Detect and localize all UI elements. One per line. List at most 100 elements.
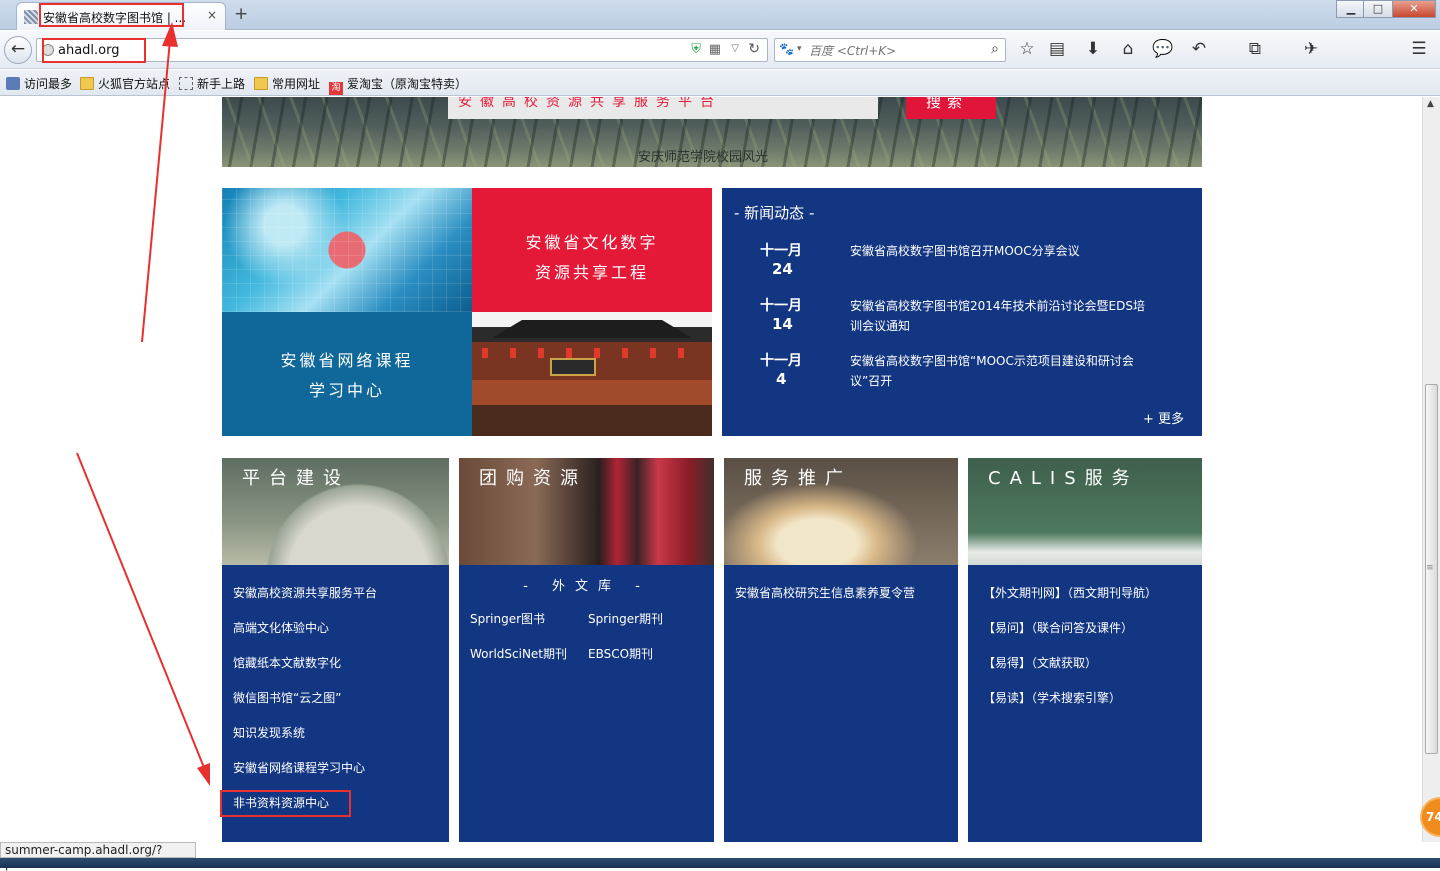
service-links: 安徽省高校研究生信息素养夏令营 xyxy=(735,585,915,620)
chemistry-image-tile[interactable] xyxy=(222,188,472,312)
page-viewport: 安徽高校资源共享服务平台 搜索 安庆师范学院校园风光 安徽省文化数字 资源共享工… xyxy=(0,97,1422,842)
springer-books-link[interactable]: Springer图书 xyxy=(470,610,588,645)
platform-link[interactable]: 馆藏纸本文献数字化 xyxy=(233,655,377,690)
tile-label-line: 安徽省文化数字 xyxy=(525,233,659,252)
culture-resource-tile[interactable]: 安徽省文化数字 资源共享工程 xyxy=(472,188,712,312)
taobao-icon: 淘 xyxy=(329,82,343,95)
service-header: 服务推广 xyxy=(724,458,958,565)
reading-list-icon[interactable]: ▤ xyxy=(1046,39,1068,59)
bookmarks-bar: 访问最多 火狐官方站点 新手上路 常用网址 淘爱淘宝（原淘宝特卖） xyxy=(0,70,1440,96)
platform-link[interactable]: 微信图书馆“云之图” xyxy=(233,690,377,725)
ebsco-link[interactable]: EBSCO期刊 xyxy=(588,645,706,680)
news-item[interactable]: 十一月 14 安徽省高校数字图书馆2014年技术前沿讨论会暨EDS培训会议通知 xyxy=(722,295,1202,343)
online-course-tile[interactable]: 安徽省网络课程 学习中心 xyxy=(222,312,472,436)
search-button-label: 搜索 xyxy=(926,97,969,111)
news-day: 24 xyxy=(772,260,793,278)
bookmark-label: 爱淘宝（原淘宝特卖） xyxy=(347,77,468,91)
bookmark-firefox-site[interactable]: 火狐官方站点 xyxy=(80,75,170,92)
url-dropdown-icon[interactable]: ▽ xyxy=(731,43,739,54)
calis-link[interactable]: 【易得】（文献获取） xyxy=(983,655,1157,690)
vertical-scrollbar[interactable]: ▲ ≡ xyxy=(1422,97,1440,842)
bookmark-most-visited[interactable]: 访问最多 xyxy=(6,75,72,92)
bookmark-getting-started[interactable]: 新手上路 xyxy=(179,75,245,92)
minimize-button[interactable]: ▁ xyxy=(1336,0,1366,18)
folder-icon xyxy=(254,77,268,90)
campus-banner: 安徽高校资源共享服务平台 搜索 安庆师范学院校园风光 xyxy=(222,97,1202,167)
undo-icon[interactable]: ↶ xyxy=(1188,39,1210,59)
pavilion-lanterns xyxy=(482,348,702,358)
news-link[interactable]: 安徽省高校数字图书馆召开MOOC分享会议 xyxy=(850,241,1150,261)
new-tab-button[interactable]: + xyxy=(234,4,248,24)
url-input[interactable] xyxy=(58,41,658,59)
news-title: - 新闻动态 - xyxy=(734,204,815,222)
column-title: CALIS服务 xyxy=(988,468,1139,489)
news-panel: - 新闻动态 - 十一月 24 安徽省高校数字图书馆召开MOOC分享会议 十一月… xyxy=(722,188,1202,436)
calis-header: CALIS服务 xyxy=(968,458,1202,565)
home-icon[interactable]: ⌂ xyxy=(1117,39,1139,59)
platform-link[interactable]: 知识发现系统 xyxy=(233,725,377,760)
news-more-link[interactable]: + 更多 xyxy=(1143,408,1184,427)
column-title: 团购资源 xyxy=(479,468,587,489)
search-input[interactable] xyxy=(809,42,979,59)
tab-close-icon[interactable]: × xyxy=(207,8,217,22)
maximize-button[interactable]: □ xyxy=(1363,0,1393,18)
search-engine-dropdown-icon[interactable]: ▾ xyxy=(797,44,802,54)
paw-icon[interactable]: 🐾 xyxy=(779,42,794,56)
shield-icon[interactable]: ⛨ xyxy=(691,42,701,57)
calis-link[interactable]: 【易读】（学术搜索引擎） xyxy=(983,690,1157,725)
link-highlight-box xyxy=(220,790,351,817)
resource-search-box[interactable]: 安徽高校资源共享服务平台 xyxy=(448,97,878,119)
news-item[interactable]: 十一月 24 安徽省高校数字图书馆召开MOOC分享会议 xyxy=(722,240,1202,288)
scroll-up-icon[interactable]: ▲ xyxy=(1427,99,1434,109)
star-icon[interactable]: ☆ xyxy=(1016,39,1038,59)
foreign-library-subtitle: - 外文库 - xyxy=(523,579,650,594)
menu-icon[interactable]: ☰ xyxy=(1408,39,1430,59)
summer-camp-link[interactable]: 安徽省高校研究生信息素养夏令营 xyxy=(735,585,915,620)
tile-pattern xyxy=(222,188,472,312)
calis-link[interactable]: 【外文期刊网】（西文期刊导航） xyxy=(983,585,1157,620)
bookmark-common-sites[interactable]: 常用网址 xyxy=(254,75,320,92)
pavilion-plaque xyxy=(550,358,596,376)
chat-icon[interactable]: 💬 xyxy=(1152,39,1174,59)
banner-caption: 安庆师范学院校园风光 xyxy=(638,150,769,165)
calis-column: CALIS服务 【外文期刊网】（西文期刊导航） 【易问】（联合问答及课件） 【易… xyxy=(968,458,1202,842)
news-month: 十一月 xyxy=(760,298,802,314)
news-day: 4 xyxy=(776,370,787,388)
pavilion-roof xyxy=(492,320,692,338)
folder-icon xyxy=(80,77,94,90)
resource-search-button[interactable]: 搜索 xyxy=(906,97,996,119)
news-link[interactable]: 安徽省高校数字图书馆“MOOC示范项目建设和研讨会议”召开 xyxy=(850,351,1150,391)
tile-label-line: 资源共享工程 xyxy=(534,263,649,282)
bookmark-label: 常用网址 xyxy=(272,77,321,91)
qr-code-icon[interactable]: ▦ xyxy=(709,42,721,57)
tile-label-line: 安徽省网络课程 xyxy=(280,351,414,370)
architecture-image-tile[interactable] xyxy=(472,312,712,436)
news-month: 十一月 xyxy=(760,243,802,259)
bookmark-label: 访问最多 xyxy=(24,77,73,91)
group-buy-header: 团购资源 xyxy=(459,458,714,565)
worldscinet-link[interactable]: WorldSciNet期刊 xyxy=(470,645,588,680)
tab-highlight-box xyxy=(39,3,184,27)
calis-link[interactable]: 【易问】（联合问答及课件） xyxy=(983,620,1157,655)
news-link[interactable]: 安徽省高校数字图书馆2014年技术前沿讨论会暨EDS培训会议通知 xyxy=(850,296,1150,336)
platform-column: 平台建设 安徽高校资源共享服务平台 高端文化体验中心 馆藏纸本文献数字化 微信图… xyxy=(222,458,449,842)
close-window-button[interactable]: ✕ xyxy=(1392,0,1436,18)
news-item[interactable]: 十一月 4 安徽省高校数字图书馆“MOOC示范项目建设和研讨会议”召开 xyxy=(722,350,1202,398)
reload-icon[interactable]: ↻ xyxy=(748,41,760,57)
springer-journals-link[interactable]: Springer期刊 xyxy=(588,610,706,645)
platform-link[interactable]: 安徽高校资源共享服务平台 xyxy=(233,585,377,620)
bookmark-ai-taobao[interactable]: 淘爱淘宝（原淘宝特卖） xyxy=(329,75,467,95)
search-bar[interactable]: 🐾 ▾ ⌕ xyxy=(774,38,1006,62)
bookmark-star-icon xyxy=(6,77,20,90)
crop-icon[interactable]: ⧉ xyxy=(1244,39,1266,59)
column-title: 服务推广 xyxy=(744,468,852,489)
back-button[interactable]: ← xyxy=(4,36,32,64)
tab-bar: 安徽省高校数字图书馆 | ... × + ▁ □ ✕ xyxy=(0,0,1440,30)
foreign-library-links: Springer图书 Springer期刊 WorldSciNet期刊 EBSCO期… xyxy=(470,610,710,680)
search-icon[interactable]: ⌕ xyxy=(991,41,999,57)
platform-link[interactable]: 高端文化体验中心 xyxy=(233,620,377,655)
news-day: 14 xyxy=(772,315,793,333)
bookmark-label: 火狐官方站点 xyxy=(98,77,171,91)
addon-icon[interactable]: ✈ xyxy=(1300,39,1322,59)
download-icon[interactable]: ⬇ xyxy=(1082,39,1104,59)
